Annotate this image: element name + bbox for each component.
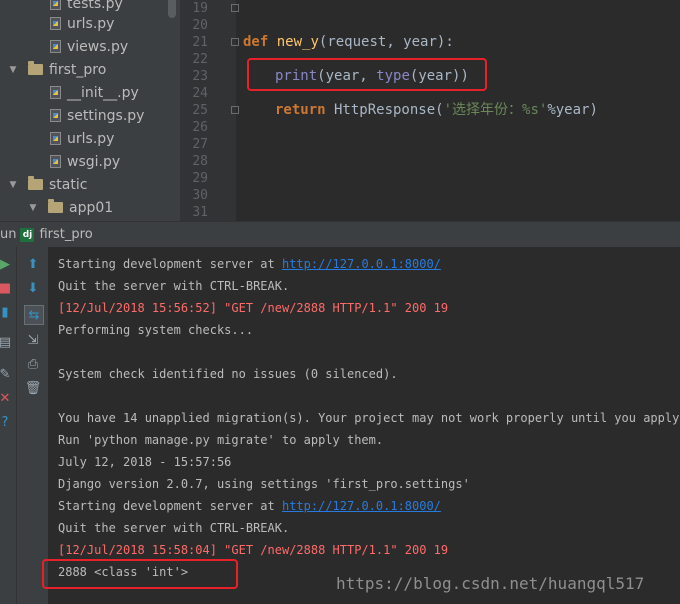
line-number: 23 — [192, 69, 208, 84]
server-url-link[interactable]: http://127.0.0.1:8000/ — [282, 499, 441, 513]
line-number: 24 — [192, 86, 208, 101]
line-number: 26 — [192, 120, 208, 135]
line-number: 25 — [192, 103, 208, 118]
python-file-icon — [50, 86, 61, 99]
tree-item-label: urls.py — [67, 15, 115, 32]
function-params: (request, year): — [318, 34, 454, 50]
keyword-return: return — [275, 102, 326, 118]
line-number: 30 — [192, 188, 208, 203]
tree-item-label: first_pro — [49, 61, 107, 78]
print-icon[interactable]: ⎙ — [24, 355, 42, 373]
console-log-line: [12/Jul/2018 15:56:52] "GET /new/2888 HT… — [58, 301, 449, 315]
tree-item-settings-py[interactable]: settings.py — [50, 104, 144, 127]
python-file-icon — [50, 155, 61, 168]
folder-icon — [48, 199, 63, 213]
string-literal: '选择年份：%s' — [443, 102, 548, 118]
python-file-icon — [50, 132, 61, 145]
console-log-line: [12/Jul/2018 15:58:04] "GET /new/2888 HT… — [58, 543, 449, 557]
run-toolbar-left: ▶ ■ ▮ ▤ ✎ ✕ ? — [0, 247, 17, 604]
tree-item-label: urls.py — [67, 130, 115, 147]
expand-arrow-icon[interactable]: ▼ — [8, 65, 18, 75]
tree-item-init-py[interactable]: __init__.py — [50, 81, 139, 104]
close-icon[interactable]: ✕ — [0, 389, 14, 407]
python-file-icon — [50, 40, 61, 53]
line-number: 20 — [192, 18, 208, 33]
tree-folder-first-pro[interactable]: ▼ first_pro — [8, 58, 106, 81]
console-line: Run 'python manage.py migrate' to apply … — [58, 433, 384, 447]
console-line: Performing system checks... — [58, 323, 254, 337]
expand-arrow-icon[interactable]: ▼ — [28, 203, 38, 213]
line-number: 31 — [192, 205, 208, 220]
fold-marker-icon[interactable] — [231, 38, 239, 46]
tree-item-label: app01 — [69, 199, 114, 216]
tree-item-label: settings.py — [67, 107, 145, 124]
arrow-up-icon[interactable]: ⬆ — [24, 255, 42, 273]
console-line: You have 14 unapplied migration(s). Your… — [58, 411, 680, 425]
code-line-25: return HttpResponse('选择年份：%s'%year) — [275, 102, 598, 119]
line-number: 28 — [192, 154, 208, 169]
dump-threads-icon[interactable]: ▤ — [0, 333, 14, 351]
console-line: System check identified no issues (0 sil… — [58, 367, 398, 381]
tree-folder-app01[interactable]: ▼ app01 — [28, 196, 113, 219]
tree-item-urls-py[interactable]: urls.py — [50, 12, 114, 35]
console-text: Starting development server at — [58, 257, 282, 271]
settings-icon[interactable]: ✎ — [0, 365, 14, 383]
line-number: 29 — [192, 171, 208, 186]
run-toolbar-right: ⬆ ⬇ ⇆ ⇲ ⎙ 🗑 — [17, 247, 49, 604]
tree-folder-static[interactable]: ▼ static — [8, 173, 87, 196]
django-icon: dj — [20, 227, 35, 242]
console-line: Quit the server with CTRL-BREAK. — [58, 279, 290, 293]
project-tree: tests.py urls.py views.py ▼ first_pro __… — [0, 0, 180, 221]
rerun-icon[interactable]: ▶ — [0, 255, 14, 273]
console-line: Quit the server with CTRL-BREAK. — [58, 521, 290, 535]
python-file-icon — [50, 17, 61, 30]
restore-layout-icon[interactable]: ▮ — [0, 303, 14, 321]
line-number: 21 — [192, 35, 208, 50]
tree-item-views-py[interactable]: views.py — [50, 35, 128, 58]
run-tab-first-pro[interactable]: first_pro — [39, 227, 92, 242]
scroll-to-end-icon[interactable]: ⇲ — [24, 331, 42, 349]
tree-item-urls-py-2[interactable]: urls.py — [50, 127, 114, 150]
highlight-box-output — [42, 559, 238, 589]
console-line: Starting development server at http://12… — [58, 495, 441, 517]
console-line: Starting development server at http://12… — [58, 253, 441, 275]
folder-icon — [28, 61, 43, 75]
console-line: July 12, 2018 - 15:57:56 — [58, 455, 232, 469]
arrow-down-icon[interactable]: ⬇ — [24, 279, 42, 297]
server-url-link[interactable]: http://127.0.0.1:8000/ — [282, 257, 441, 271]
return-tail: %year) — [547, 102, 598, 118]
help-icon[interactable]: ? — [0, 413, 14, 431]
run-panel-header: un dj first_pro — [0, 221, 680, 247]
soft-wrap-icon[interactable]: ⇆ — [24, 305, 44, 325]
tree-item-label: __init__.py — [67, 84, 139, 101]
console-text: Starting development server at — [58, 499, 282, 513]
python-file-icon — [50, 109, 61, 122]
tree-item-label: views.py — [67, 38, 129, 55]
code-line-21: def new_y(request, year): — [243, 34, 454, 51]
fold-marker-icon[interactable] — [231, 106, 239, 114]
highlight-box-print — [247, 58, 487, 91]
function-name: new_y — [276, 34, 319, 50]
trash-icon[interactable]: 🗑 — [24, 379, 42, 397]
line-number: 22 — [192, 52, 208, 67]
console-line: Django version 2.0.7, using settings 'fi… — [58, 477, 470, 491]
keyword-def: def — [243, 34, 269, 50]
fold-marker-icon[interactable] — [231, 4, 239, 12]
tree-scrollbar[interactable] — [168, 0, 176, 18]
tree-item-label: tests.py — [67, 0, 123, 12]
tree-item-label: static — [49, 176, 88, 193]
return-call: HttpResponse( — [325, 102, 444, 118]
expand-arrow-icon[interactable]: ▼ — [8, 180, 18, 190]
folder-icon — [28, 176, 43, 190]
watermark: https://blog.csdn.net/huangql517 — [336, 574, 645, 593]
line-number: 19 — [192, 1, 208, 16]
run-label: un — [0, 227, 17, 242]
tree-item-wsgi-py[interactable]: wsgi.py — [50, 150, 120, 173]
line-number: 27 — [192, 137, 208, 152]
tree-item-label: wsgi.py — [67, 153, 121, 170]
python-file-icon — [50, 0, 61, 10]
stop-icon[interactable]: ■ — [0, 279, 14, 297]
